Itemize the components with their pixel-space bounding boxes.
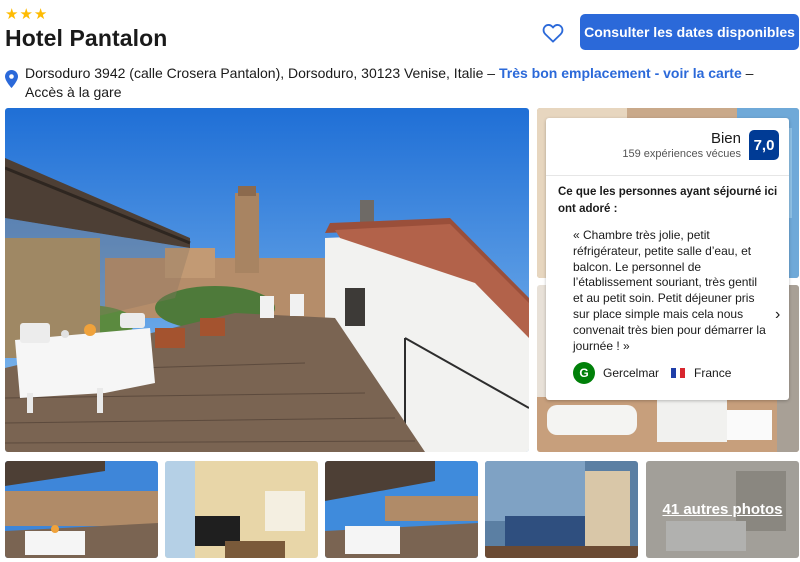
reviewer-name: Gercelmar bbox=[603, 366, 660, 380]
star-rating: ★ ★ ★ bbox=[5, 7, 47, 22]
heart-icon bbox=[542, 24, 564, 43]
address-separator: – bbox=[741, 65, 754, 81]
next-review-button[interactable]: › bbox=[775, 306, 780, 324]
review-quote: « Chambre très jolie, petit réfrigérateu… bbox=[573, 228, 766, 353]
star-icon: ★ bbox=[19, 6, 33, 23]
star-icon: ★ bbox=[5, 6, 19, 23]
avatar: G bbox=[573, 362, 595, 384]
thumbnail-more-photos[interactable]: 41 autres photos bbox=[646, 461, 799, 558]
address-text: Dorsoduro 3942 (calle Crosera Pantalon),… bbox=[25, 65, 484, 81]
score-summary[interactable]: Bien 159 expériences vécues 7,0 bbox=[622, 130, 779, 160]
more-photos-link[interactable]: 41 autres photos bbox=[646, 461, 799, 558]
reviewer: G Gercelmar France bbox=[573, 362, 731, 384]
view-map-link[interactable]: Très bon emplacement - voir la carte bbox=[499, 65, 742, 81]
hotel-title: Hotel Pantalon bbox=[5, 25, 168, 51]
thumbnail-terrace[interactable] bbox=[5, 461, 158, 558]
favorite-button[interactable] bbox=[540, 20, 566, 46]
review-card: Bien 159 expériences vécues 7,0 Ce que l… bbox=[546, 118, 789, 400]
thumbnail-bedroom[interactable] bbox=[485, 461, 638, 558]
chevron-right-icon: › bbox=[775, 306, 781, 323]
address-row: Dorsoduro 3942 (calle Crosera Pantalon),… bbox=[5, 64, 765, 102]
france-flag-icon bbox=[671, 368, 686, 378]
address-separator: – bbox=[483, 65, 499, 81]
star-icon: ★ bbox=[33, 6, 48, 23]
score-badge: 7,0 bbox=[749, 130, 779, 160]
map-pin-icon bbox=[5, 70, 18, 88]
review-heading: Ce que les personnes ayant séjourné ici … bbox=[558, 186, 778, 215]
station-access-text: Accès à la gare bbox=[25, 84, 122, 100]
experience-count: 159 expériences vécues bbox=[622, 148, 741, 160]
thumbnail-room-tv[interactable] bbox=[165, 461, 318, 558]
thumbnail-terrace-2[interactable] bbox=[325, 461, 478, 558]
reviewer-country: France bbox=[694, 366, 732, 380]
check-availability-button[interactable]: Consulter les dates disponibles bbox=[580, 14, 799, 50]
divider bbox=[546, 175, 789, 176]
main-photo-terrace[interactable] bbox=[5, 108, 529, 452]
score-word: Bien bbox=[710, 130, 741, 147]
